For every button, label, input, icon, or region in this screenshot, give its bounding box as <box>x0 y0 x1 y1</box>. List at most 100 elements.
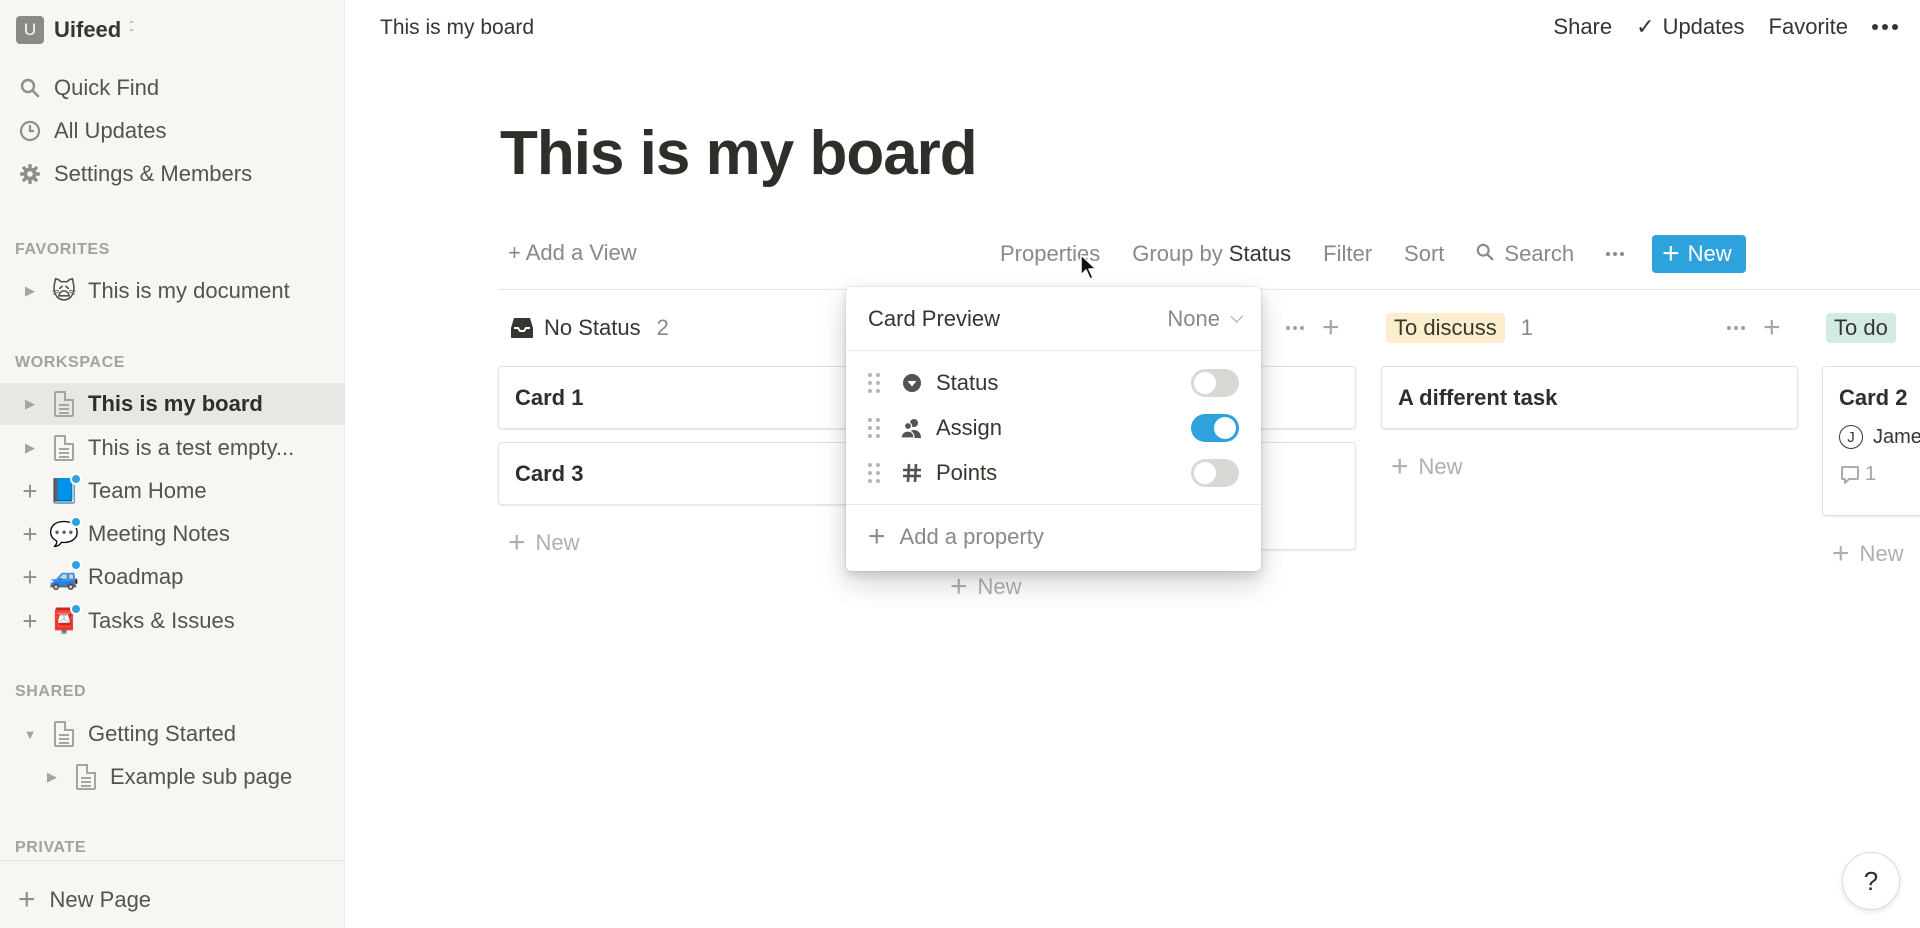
property-row-assign: Assign <box>846 405 1261 450</box>
sidebar-item-label: All Updates <box>54 118 167 143</box>
sidebar-item-label: Example sub page <box>110 764 293 789</box>
column-add-new-button[interactable]: + New <box>950 572 1022 602</box>
help-button[interactable]: ? <box>1842 852 1900 910</box>
plus-icon[interactable]: + <box>20 478 40 504</box>
expand-arrow-icon[interactable]: ▶ <box>42 769 62 785</box>
new-page-label: New Page <box>49 887 152 912</box>
sidebar-item-tasks-issues[interactable]: + 📮 Tasks & Issues <box>0 600 345 642</box>
sidebar-item-label: This is my document <box>88 278 290 303</box>
column-more-icon[interactable] <box>1286 326 1304 330</box>
column-add-new-button[interactable]: + New <box>1391 452 1463 482</box>
property-row-status: Status <box>846 360 1261 405</box>
board-card[interactable]: Card 3 <box>498 442 858 505</box>
collapse-arrow-icon[interactable]: ▼ <box>20 727 40 742</box>
expand-arrow-icon[interactable]: ▶ <box>20 283 40 299</box>
column-add-new-button[interactable]: + New <box>508 528 580 558</box>
sidebar-item-roadmap[interactable]: + 🚙 Roadmap <box>0 556 345 598</box>
column-more-icon[interactable] <box>1727 326 1745 330</box>
sidebar-item-label: Meeting Notes <box>88 521 230 546</box>
section-workspace: WORKSPACE <box>15 354 125 371</box>
column-add-icon[interactable]: + <box>1322 313 1340 343</box>
property-name: Points <box>936 459 998 485</box>
add-new-label: New <box>535 530 580 555</box>
board-toolbar: Properties Group by Status Filter Sort S… <box>1000 235 1746 273</box>
filter-button[interactable]: Filter <box>1323 241 1372 267</box>
breadcrumb[interactable]: This is my board <box>380 16 534 40</box>
updates-button[interactable]: ✓ Updates <box>1636 14 1744 40</box>
plus-icon: + <box>1662 237 1680 270</box>
section-shared: SHARED <box>15 683 87 700</box>
plus-icon: + <box>1391 450 1409 483</box>
card-preview-select[interactable]: None <box>1167 306 1243 332</box>
card-title: Card 3 <box>515 461 584 486</box>
properties-popup: Card Preview None Status Assign Points +… <box>846 287 1261 571</box>
sort-button[interactable]: Sort <box>1404 241 1444 267</box>
sidebar-item-getting-started[interactable]: ▼ Getting Started <box>0 713 345 755</box>
add-property-button[interactable]: + Add a property <box>846 505 1261 569</box>
sidebar: U Uifeed ˆˇ Quick Find All Updates Setti… <box>0 0 345 928</box>
drag-handle-icon[interactable] <box>868 417 880 438</box>
sidebar-all-updates[interactable]: All Updates <box>0 111 345 151</box>
plus-icon[interactable]: + <box>20 608 40 634</box>
column-count: 1 <box>1520 315 1533 340</box>
mouse-cursor-icon <box>1080 254 1098 285</box>
add-view-button[interactable]: + Add a View <box>508 240 637 266</box>
plus-icon: + <box>950 570 968 603</box>
page-title[interactable]: This is my board <box>500 118 978 189</box>
expand-arrow-icon[interactable]: ▶ <box>20 440 40 456</box>
column-count: 2 <box>656 315 669 340</box>
column-header-to-do[interactable]: To do <box>1826 312 1896 344</box>
more-options-icon[interactable] <box>1606 252 1625 256</box>
update-dot-icon <box>70 516 82 528</box>
hash-icon <box>900 461 924 485</box>
property-visibility-toggle[interactable] <box>1191 413 1239 442</box>
workspace-switcher[interactable]: U Uifeed ˆˇ <box>16 16 134 44</box>
sidebar-item-this-is-my-board[interactable]: ▶ This is my board <box>0 383 345 425</box>
chevron-updown-icon: ˆˇ <box>129 18 134 42</box>
page-icon <box>50 390 78 418</box>
column-add-new-button[interactable]: + New <box>1832 539 1904 569</box>
new-card-button[interactable]: + New <box>1652 235 1746 273</box>
sidebar-item-label: Team Home <box>88 478 207 503</box>
card-assignee: J James <box>1839 425 1920 449</box>
more-options-icon[interactable] <box>1872 24 1898 30</box>
group-by-button[interactable]: Group by Status <box>1132 241 1291 267</box>
sidebar-quick-find[interactable]: Quick Find <box>0 68 345 108</box>
add-new-label: New <box>977 574 1022 599</box>
workspace-avatar: U <box>16 16 44 44</box>
sidebar-item-meeting-notes[interactable]: + 💬 Meeting Notes <box>0 513 345 555</box>
topbar-actions: Share ✓ Updates Favorite <box>1529 14 1898 40</box>
drag-handle-icon[interactable] <box>868 462 880 483</box>
board-card[interactable]: A different task <box>1381 366 1798 429</box>
sidebar-item-label: Tasks & Issues <box>88 608 235 633</box>
sidebar-item-team-home[interactable]: + 📘 Team Home <box>0 470 345 512</box>
search-button[interactable]: Search <box>1476 241 1574 267</box>
share-button[interactable]: Share <box>1553 14 1612 40</box>
sidebar-settings-members[interactable]: Settings & Members <box>0 154 345 194</box>
check-icon: ✓ <box>1636 14 1655 39</box>
section-favorites: FAVORITES <box>15 241 110 258</box>
plus-icon[interactable]: + <box>20 521 40 547</box>
sidebar-item-test-empty[interactable]: ▶ This is a test empty... <box>0 427 345 469</box>
updates-label: Updates <box>1662 14 1745 39</box>
new-page-button[interactable]: + New Page <box>18 880 151 920</box>
column-header-to-discuss[interactable]: To discuss 1 <box>1386 312 1533 344</box>
sidebar-item-example-sub-page[interactable]: ▶ Example sub page <box>0 756 345 798</box>
clock-icon <box>18 119 42 143</box>
column-header-no-status[interactable]: No Status 2 <box>510 312 669 344</box>
plus-icon[interactable]: + <box>20 564 40 590</box>
sidebar-item-this-is-my-document[interactable]: ▶ 🙀 This is my document <box>0 270 345 312</box>
card-preview-label: Card Preview <box>868 305 1001 331</box>
property-visibility-toggle[interactable] <box>1191 458 1239 487</box>
column-tag: To discuss <box>1386 313 1505 343</box>
drag-handle-icon[interactable] <box>868 372 880 393</box>
favorite-button[interactable]: Favorite <box>1769 14 1848 40</box>
expand-arrow-icon[interactable]: ▶ <box>20 396 40 412</box>
board-card[interactable]: Card 2 J James 1 <box>1822 366 1920 516</box>
property-visibility-toggle[interactable] <box>1191 368 1239 397</box>
board-card[interactable]: Card 1 <box>498 366 858 429</box>
group-by-label: Group by <box>1132 241 1223 266</box>
column-add-icon[interactable]: + <box>1763 313 1781 343</box>
add-new-label: New <box>1418 454 1463 479</box>
scream-cat-emoji-icon: 🙀 <box>51 277 77 305</box>
